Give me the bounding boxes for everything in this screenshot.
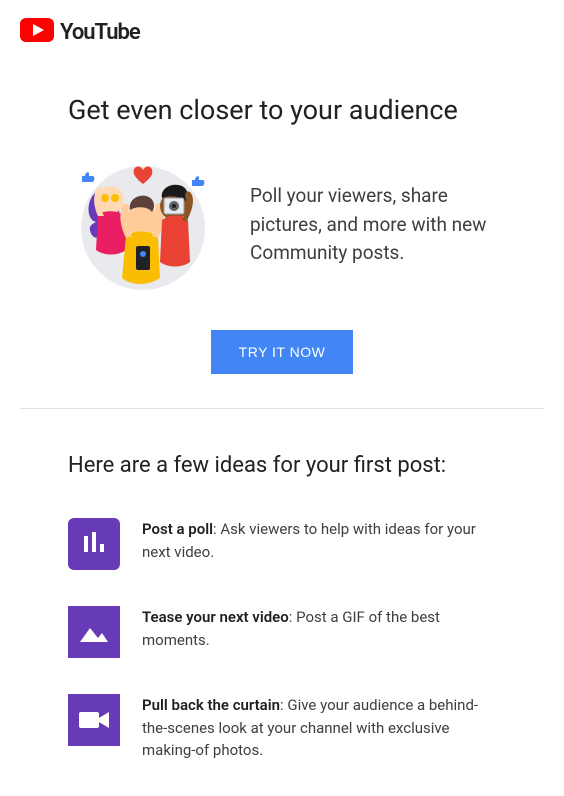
- poll-icon: [68, 518, 120, 570]
- idea-title: Tease your next video: [142, 608, 289, 626]
- section-divider: [20, 408, 544, 409]
- idea-text: Tease your next video: Post a GIF of the…: [142, 606, 496, 651]
- video-camera-icon: [68, 694, 120, 746]
- idea-item: Pull back the curtain: Give your audienc…: [68, 694, 496, 762]
- community-illustration: [68, 150, 218, 300]
- youtube-logo: YouTube: [20, 18, 544, 46]
- image-icon: [68, 606, 120, 658]
- ideas-heading: Here are a few ideas for your first post…: [68, 453, 496, 478]
- youtube-play-icon: [20, 18, 54, 46]
- idea-text: Pull back the curtain: Give your audienc…: [142, 694, 496, 762]
- idea-item: Post a poll: Ask viewers to help with id…: [68, 518, 496, 570]
- main-heading: Get even closer to your audience: [68, 94, 496, 126]
- idea-item: Tease your next video: Post a GIF of the…: [68, 606, 496, 658]
- idea-title: Post a poll: [142, 520, 213, 538]
- hero-section: Poll your viewers, share pictures, and m…: [68, 150, 496, 300]
- idea-title: Pull back the curtain: [142, 696, 280, 714]
- youtube-logo-text: YouTube: [60, 20, 140, 45]
- hero-description: Poll your viewers, share pictures, and m…: [250, 182, 496, 268]
- try-it-now-button[interactable]: TRY IT NOW: [211, 330, 354, 374]
- idea-text: Post a poll: Ask viewers to help with id…: [142, 518, 496, 563]
